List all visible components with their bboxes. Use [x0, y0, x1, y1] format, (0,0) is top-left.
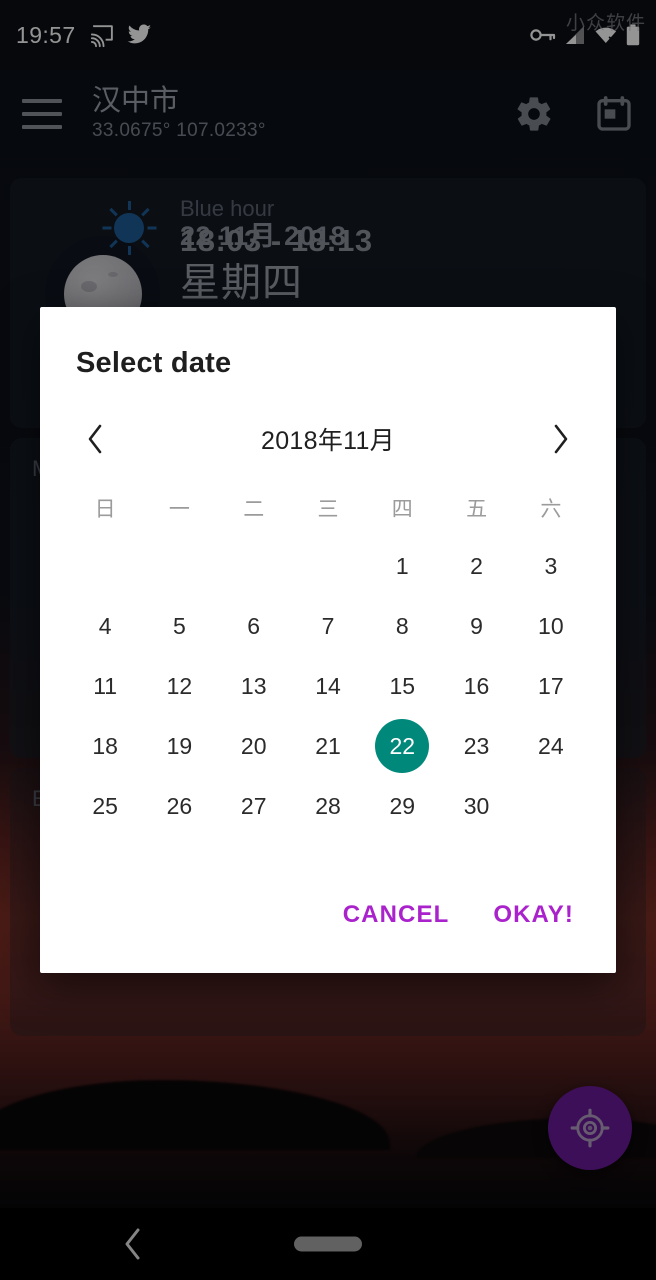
- next-month-button[interactable]: [534, 413, 586, 465]
- calendar-day-19[interactable]: 19: [142, 716, 216, 776]
- calendar-day-3[interactable]: 3: [514, 536, 588, 596]
- app-root: 22 11月 2018 星期四 M EV Blue hour 18:03 - 1…: [0, 0, 656, 1280]
- dialog-action-row: CANCEL OKAY!: [40, 891, 616, 973]
- weekday-header-5: 五: [466, 498, 488, 521]
- calendar-day-11[interactable]: 11: [68, 656, 142, 716]
- calendar-day-25[interactable]: 25: [68, 776, 142, 836]
- calendar-day-21[interactable]: 21: [291, 716, 365, 776]
- calendar-day-label: 4: [98, 612, 112, 639]
- calendar-day-blank: [142, 536, 216, 596]
- calendar-day-label: 5: [173, 612, 186, 639]
- calendar-day-6[interactable]: 6: [217, 596, 291, 656]
- calendar-day-12[interactable]: 12: [142, 656, 216, 716]
- calendar-day-24[interactable]: 24: [514, 716, 588, 776]
- calendar-day-4[interactable]: 4: [68, 596, 142, 656]
- month-navigation-row: 2018年11月: [40, 412, 616, 466]
- calendar-day-label: 8: [395, 612, 409, 639]
- calendar-day-16[interactable]: 16: [439, 656, 513, 716]
- calendar-day-17[interactable]: 17: [514, 656, 588, 716]
- calendar-day-label: 2: [470, 552, 483, 579]
- calendar-day-18[interactable]: 18: [68, 716, 142, 776]
- weekday-header-4: 四: [391, 498, 413, 521]
- calendar-day-27[interactable]: 27: [217, 776, 291, 836]
- calendar-day-label: 27: [240, 792, 267, 819]
- calendar-day-label: 23: [463, 732, 490, 759]
- calendar-day-9[interactable]: 9: [439, 596, 513, 656]
- calendar-day-22[interactable]: 22: [365, 716, 439, 776]
- calendar-day-label: 15: [389, 672, 416, 699]
- calendar-day-label: 18: [92, 732, 118, 759]
- calendar-day-23[interactable]: 23: [439, 716, 513, 776]
- date-picker-dialog: Select date 2018年11月 日一二三四五六 1 2 3 4 5 6 7 8 9 10 1…: [40, 307, 616, 973]
- dialog-title: Select date: [76, 347, 232, 379]
- calendar-day-label: 26: [166, 792, 193, 819]
- okay-button[interactable]: OKAY!: [477, 891, 590, 939]
- calendar-day-blank: [68, 536, 142, 596]
- calendar-day-label: 30: [463, 792, 490, 819]
- calendar-day-30[interactable]: 30: [439, 776, 513, 836]
- calendar-day-label: 28: [315, 792, 341, 819]
- calendar-day-label: 16: [463, 672, 490, 699]
- calendar-day-label: 21: [315, 732, 341, 759]
- calendar-day-blank: [291, 536, 365, 596]
- calendar-day-label: 9: [470, 612, 483, 639]
- calendar-day-label: 12: [166, 672, 193, 699]
- calendar-day-15[interactable]: 15: [365, 656, 439, 716]
- calendar-grid: 日一二三四五六 1 2 3 4 5 6 7 8 9 10 11 12 13 14 15 16 17 18 19 20 21…: [40, 480, 616, 836]
- calendar-day-label: 1: [395, 552, 409, 579]
- cancel-button[interactable]: CANCEL: [327, 891, 466, 939]
- calendar-day-14[interactable]: 14: [291, 656, 365, 716]
- calendar-day-13[interactable]: 13: [217, 656, 291, 716]
- weekday-header-1: 一: [168, 498, 190, 521]
- calendar-day-label: 14: [315, 672, 341, 699]
- calendar-day-26[interactable]: 26: [142, 776, 216, 836]
- chevron-right-icon: [554, 424, 568, 454]
- calendar-day-label: 7: [321, 612, 335, 639]
- calendar-day-1[interactable]: 1: [365, 536, 439, 596]
- calendar-day-label: 17: [538, 672, 564, 699]
- calendar-day-20[interactable]: 20: [217, 716, 291, 776]
- calendar-day-blank: [217, 536, 291, 596]
- weekday-header-0: 日: [94, 498, 116, 521]
- calendar-day-28[interactable]: 28: [291, 776, 365, 836]
- previous-month-button[interactable]: [70, 413, 122, 465]
- calendar-day-label: 24: [538, 732, 564, 759]
- calendar-day-5[interactable]: 5: [142, 596, 216, 656]
- calendar-day-label: 11: [93, 672, 118, 699]
- current-month-label: 2018年11月: [261, 427, 395, 455]
- calendar-day-8[interactable]: 8: [365, 596, 439, 656]
- calendar-day-label: 25: [92, 792, 118, 819]
- calendar-day-29[interactable]: 29: [365, 776, 439, 836]
- calendar-day-label: 13: [240, 672, 267, 699]
- calendar-day-label: 20: [240, 732, 267, 759]
- calendar-day-label: 22: [389, 732, 416, 759]
- calendar-day-10[interactable]: 10: [514, 596, 588, 656]
- calendar-day-label: 6: [247, 612, 261, 639]
- calendar-day-label: 3: [544, 552, 558, 579]
- weekday-header-2: 二: [243, 498, 265, 521]
- calendar-day-7[interactable]: 7: [291, 596, 365, 656]
- chevron-left-icon: [88, 424, 102, 454]
- calendar-day-label: 19: [166, 732, 193, 759]
- weekday-header-3: 三: [317, 498, 339, 521]
- calendar-day-label: 29: [389, 792, 416, 819]
- calendar-day-label: 10: [538, 612, 564, 639]
- calendar-day-2[interactable]: 2: [439, 536, 513, 596]
- weekday-header-6: 六: [540, 498, 562, 521]
